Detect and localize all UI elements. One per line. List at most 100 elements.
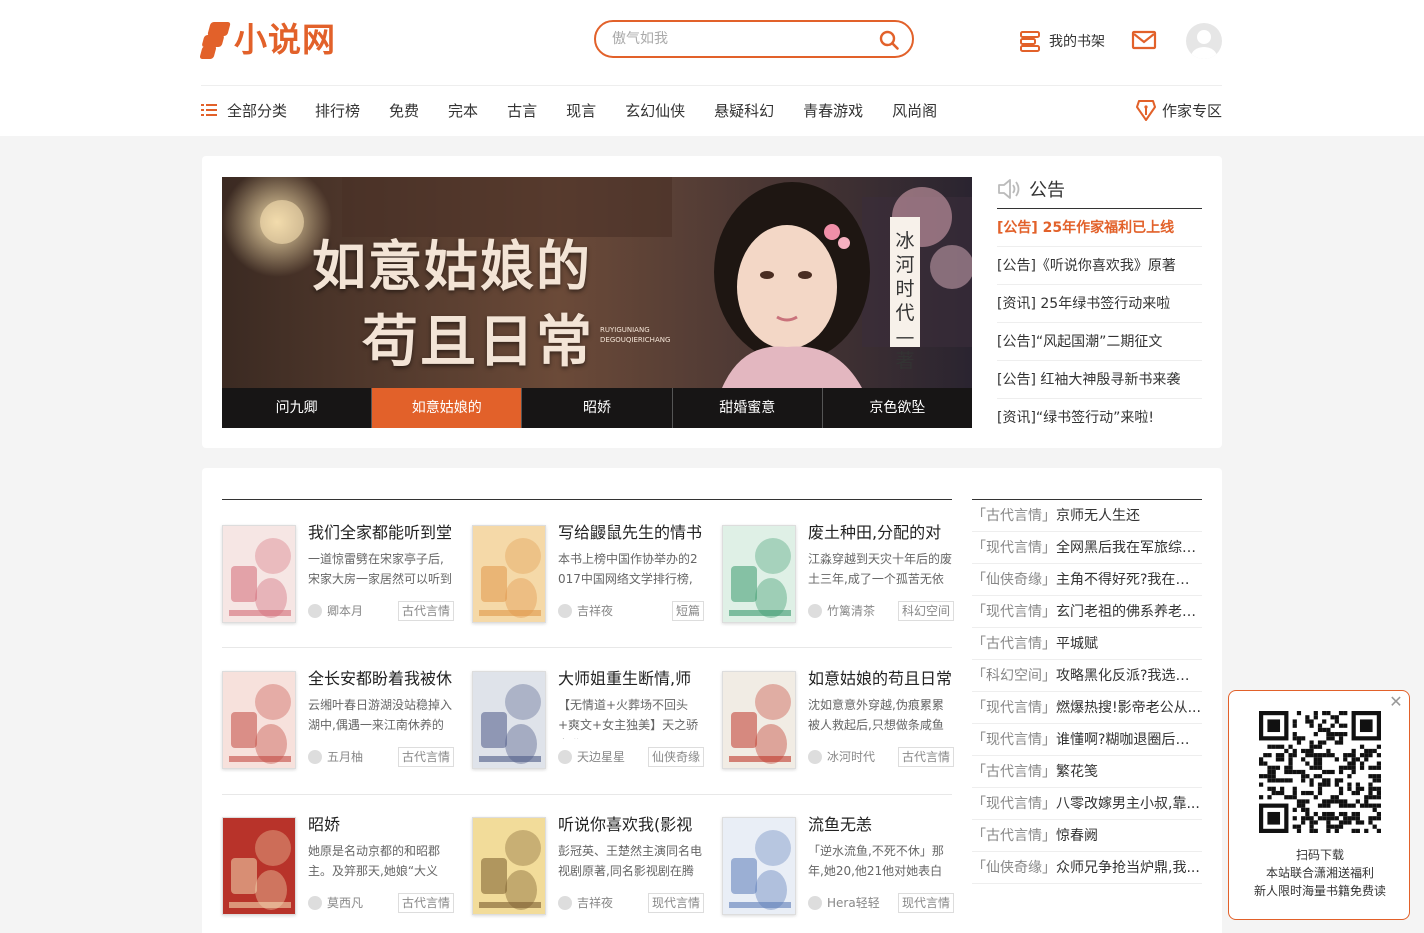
rank-item[interactable]: 「现代言情」谁懂啊?糊咖退圈后读... xyxy=(972,724,1202,756)
nav-item-mystery-scifi[interactable]: 悬疑科幻 xyxy=(714,100,774,121)
notice-item[interactable]: [资讯]“绿书签行动”来啦! xyxy=(997,399,1202,437)
book-card[interactable]: 流鱼无恙 「逆水流鱼,不死不休」那年,她20,他21他对她表白 Hera轻轻 现代言情 xyxy=(722,814,954,917)
book-author-name: 五月柚 xyxy=(327,750,364,764)
book-cover[interactable] xyxy=(722,525,796,623)
nav-item-youth-games[interactable]: 青春游戏 xyxy=(803,100,863,121)
banner-subtitle: RUYIGUNIANG DEGOUQIERICHANG xyxy=(600,326,671,344)
nav-item-fashion[interactable]: 风尚阁 xyxy=(892,100,937,121)
book-card[interactable]: 全长安都盼着我被休 云缃叶春日游湖没站稳掉入湖中,偶遇一来江南休养的 五月柚 古代言情 xyxy=(222,668,454,771)
app-download-popup: ✕ 扫码下载 本站联合潇湘送福利 新人限时海量书籍免费读 xyxy=(1228,690,1410,920)
nav-all-categories[interactable]: 全部分类 xyxy=(201,100,287,121)
rank-item[interactable]: 「现代言情」八零改嫁男主小叔,靠... xyxy=(972,788,1202,820)
banner-tab-4[interactable]: 甜婚蜜意 xyxy=(673,388,823,428)
book-category-tag[interactable]: 科幻空间 xyxy=(897,601,954,621)
book-author[interactable]: 冰河时代 xyxy=(808,748,875,765)
writer-zone-link[interactable]: 作家专区 xyxy=(1136,97,1222,123)
notice-item[interactable]: [公告]《听说你喜欢我》原著 xyxy=(997,247,1202,285)
notice-item[interactable]: [公告] 25年作家福利已上线 xyxy=(997,209,1202,247)
book-card[interactable]: 写给鼹鼠先生的情书本书上榜中国作协举办的2017中国网络文学排行榜,入吉祥夜 短篇 xyxy=(472,522,704,625)
book-title[interactable]: 听说你喜欢我(影视 xyxy=(558,814,704,836)
search-icon[interactable] xyxy=(878,29,900,51)
notice-item[interactable]: [公告]“风起国潮”二期征文 xyxy=(997,323,1202,361)
rank-item[interactable]: 「古代言情」平城赋 xyxy=(972,628,1202,660)
nav-item-finished[interactable]: 完本 xyxy=(448,100,478,121)
rank-item[interactable]: 「科幻空间」攻略黑化反派?我选当... xyxy=(972,660,1202,692)
book-card[interactable]: 如意姑娘的苟且日常 沈如意意外穿越,伪痕累累被人救起后,只想做条咸鱼 冰河时代 古代言… xyxy=(722,668,954,771)
nav-item-fantasy[interactable]: 玄幻仙侠 xyxy=(625,100,685,121)
mail-icon[interactable] xyxy=(1131,30,1157,50)
book-card[interactable]: 听说你喜欢我(影视 彭冠英、王楚然主演同名电视剧原著,同名影视剧在腾 吉祥夜 现代言情 xyxy=(472,814,704,917)
book-author[interactable]: Hera轻轻 xyxy=(808,894,880,911)
book-author[interactable]: 莫西凡 xyxy=(308,894,363,911)
book-title[interactable]: 昭娇 xyxy=(308,814,454,836)
book-category-tag[interactable]: 古代言情 xyxy=(897,747,954,767)
nav-item-free[interactable]: 免费 xyxy=(389,100,419,121)
book-card[interactable]: 大师姐重生断情,师【无情道+火葬场不回头+爽文+女主独美】天之骄女黎天边星星 仙侠… xyxy=(472,668,704,771)
book-cover[interactable] xyxy=(472,817,546,915)
rank-item[interactable]: 「现代言情」全网黑后我在军旅综艺... xyxy=(972,532,1202,564)
rank-item[interactable]: 「仙侠奇缘」众师兄争抢当炉鼎,我... xyxy=(972,852,1202,884)
book-author[interactable]: 吉祥夜 xyxy=(558,602,613,619)
banner-tab-2[interactable]: 如意姑娘的 xyxy=(372,388,523,428)
banner-tab-1[interactable]: 问九卿 xyxy=(222,388,373,428)
rank-item-title: 京师无人生还 xyxy=(1056,508,1140,524)
nav-item-ranking[interactable]: 排行榜 xyxy=(315,100,360,121)
rank-item[interactable]: 「现代言情」玄门老祖的佛系养老直... xyxy=(972,596,1202,628)
book-cover[interactable] xyxy=(722,671,796,769)
book-category-tag[interactable]: 古代言情 xyxy=(397,893,454,913)
book-author[interactable]: 竹篱清茶 xyxy=(808,602,875,619)
book-title[interactable]: 全长安都盼着我被休 xyxy=(308,668,454,690)
book-title[interactable]: 如意姑娘的苟且日常 xyxy=(808,668,954,690)
my-bookshelf-link[interactable]: 我的书架 xyxy=(1018,28,1105,54)
nav-all-categories-label: 全部分类 xyxy=(227,101,288,120)
rank-item-title: 谁懂啊?糊咖退圈后读... xyxy=(1056,732,1202,748)
book-author[interactable]: 卿本月 xyxy=(308,602,363,619)
site-header: 小说网 我的书架 全部 xyxy=(0,0,1424,136)
rank-item-title: 繁花笺 xyxy=(1056,764,1098,780)
book-author[interactable]: 吉祥夜 xyxy=(558,894,613,911)
rank-item[interactable]: 「古代言情」京师无人生还 xyxy=(972,500,1202,532)
banner-title-line1: 如意姑娘的 xyxy=(312,234,592,298)
rank-item[interactable]: 「古代言情」繁花笺 xyxy=(972,756,1202,788)
banner-tab-3[interactable]: 昭娇 xyxy=(522,388,673,428)
user-avatar[interactable] xyxy=(1186,23,1222,59)
book-title[interactable]: 流鱼无恙 xyxy=(808,814,954,836)
book-card[interactable]: 我们全家都能听到堂 一道惊雷劈在宋家亭子后,宋家大房一家居然可以听到 卿本月 古代言情 xyxy=(222,522,454,625)
rank-item[interactable]: 「仙侠奇缘」主角不得好死?我在宗... xyxy=(972,564,1202,596)
book-author[interactable]: 天边星星 xyxy=(558,748,625,765)
nav-item-ancient-romance[interactable]: 古言 xyxy=(507,100,537,121)
rank-item-title: 玄门老祖的佛系养老直... xyxy=(1056,604,1202,620)
book-category-tag[interactable]: 现代言情 xyxy=(647,893,704,913)
book-category-tag[interactable]: 短篇 xyxy=(671,601,704,621)
banner-tab-5[interactable]: 京色欲坠 xyxy=(823,388,972,428)
book-cover[interactable] xyxy=(222,525,296,623)
book-category-tag[interactable]: 现代言情 xyxy=(897,893,954,913)
book-category-tag[interactable]: 古代言情 xyxy=(397,601,454,621)
book-cover[interactable] xyxy=(722,817,796,915)
book-cover[interactable] xyxy=(222,817,296,915)
book-title[interactable]: 废土种田,分配的对 xyxy=(808,522,954,544)
book-category-tag[interactable]: 古代言情 xyxy=(397,747,454,767)
book-title[interactable]: 写给鼹鼠先生的情书 xyxy=(558,522,704,544)
ranking-list: 「古代言情」京师无人生还 「现代言情」全网黑后我在军旅综艺... 「仙侠奇缘」主… xyxy=(972,499,1202,884)
site-logo[interactable]: 小说网 xyxy=(199,18,336,62)
rank-item[interactable]: 「古代言情」惊春阙 xyxy=(972,820,1202,852)
nav-item-modern-romance[interactable]: 现言 xyxy=(566,100,596,121)
book-title[interactable]: 我们全家都能听到堂 xyxy=(308,522,454,544)
book-grid-divider xyxy=(222,499,952,500)
book-cover[interactable] xyxy=(472,671,546,769)
book-author-name: 天边星星 xyxy=(577,750,626,764)
book-category-tag[interactable]: 仙侠奇缘 xyxy=(647,747,704,767)
search-input[interactable] xyxy=(612,30,862,48)
notice-item[interactable]: [资讯] 25年绿书签行动来啦 xyxy=(997,285,1202,323)
book-author[interactable]: 五月柚 xyxy=(308,748,363,765)
featured-banner[interactable]: 如意姑娘的 苟且日常 RUYIGUNIANG DEGOUQIERICHANG 冰… xyxy=(222,177,972,428)
rank-item[interactable]: 「现代言情」燃爆热搜!影帝老公从... xyxy=(972,692,1202,724)
book-cover[interactable] xyxy=(222,671,296,769)
notice-item[interactable]: [公告] 红袖大神殷寻新书来袭 xyxy=(997,361,1202,399)
close-icon[interactable]: ✕ xyxy=(1387,693,1405,711)
book-cover[interactable] xyxy=(472,525,546,623)
book-title[interactable]: 大师姐重生断情,师 xyxy=(558,668,704,690)
book-card[interactable]: 废土种田,分配的对 江淼穿越到天灾十年后的废土三年,成了一个孤苦无依 竹篱清茶 科幻空… xyxy=(722,522,954,625)
book-card[interactable]: 昭娇 她原是名动京都的和昭郡主。及笄那天,她娘“大义 莫西凡 古代言情 xyxy=(222,814,454,917)
